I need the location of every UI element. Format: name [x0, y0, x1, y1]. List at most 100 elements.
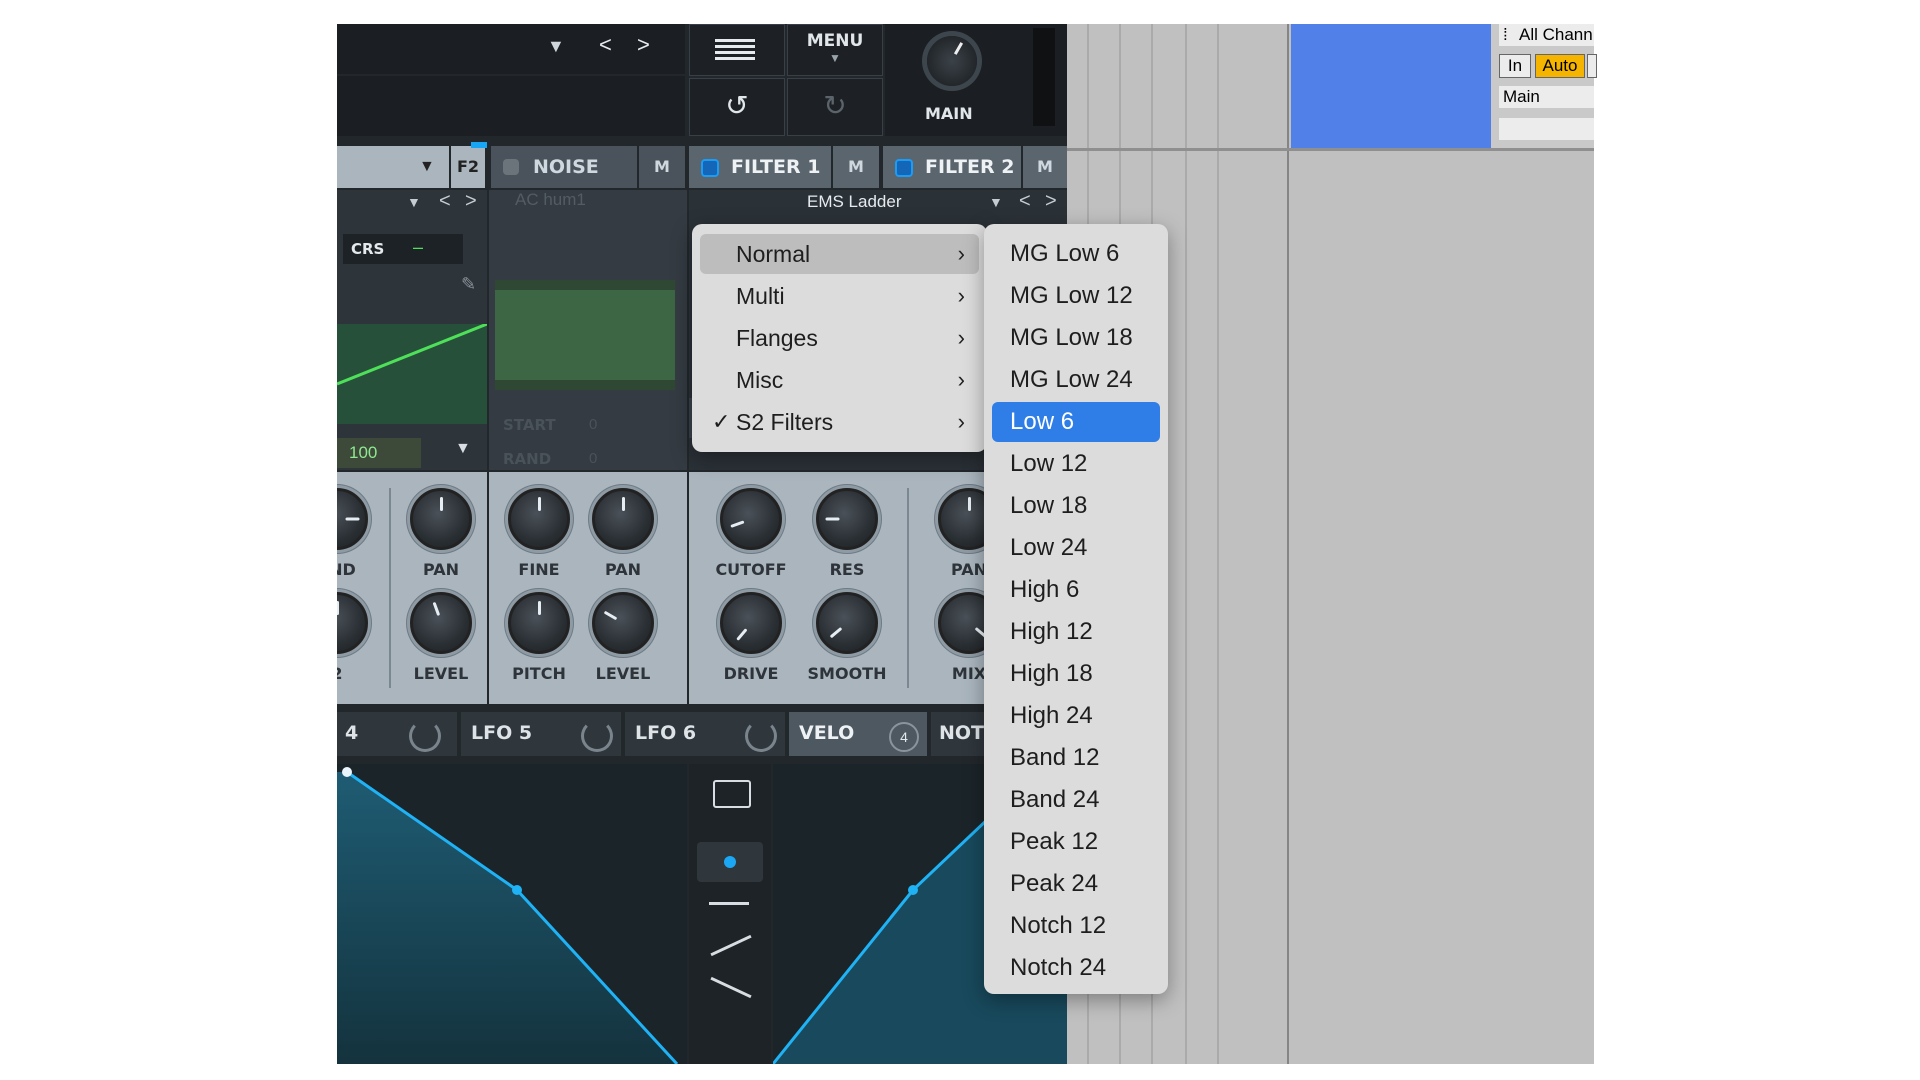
- submenu-item[interactable]: MG Low 6: [992, 234, 1160, 274]
- crs-field[interactable]: CRS –: [343, 234, 463, 264]
- preset-name-field[interactable]: [337, 76, 685, 136]
- noise-pan-knob[interactable]: PAN: [583, 488, 663, 579]
- lfo5-tab[interactable]: LFO 5: [461, 712, 621, 756]
- drive-knob[interactable]: DRIVE: [711, 592, 791, 683]
- filter2-mute-button[interactable]: M: [1023, 146, 1067, 188]
- menu-item-s2-filters[interactable]: ✓ S2 Filters ›: [700, 402, 979, 442]
- monitor-in-button[interactable]: In: [1499, 54, 1531, 78]
- noise-level-knob[interactable]: LEVEL: [583, 592, 663, 683]
- menu-button[interactable]: MENU ▼: [787, 24, 883, 76]
- submenu-item[interactable]: High 6: [992, 570, 1160, 610]
- osc-prev-icon[interactable]: <: [439, 190, 451, 213]
- submenu-item[interactable]: MG Low 18: [992, 318, 1160, 358]
- lfo-graph-left[interactable]: [337, 764, 687, 1064]
- velo-tab[interactable]: VELO 4: [789, 712, 927, 756]
- osc-knob-2[interactable]: 2: [337, 592, 377, 683]
- output-dropdown[interactable]: Main: [1499, 86, 1594, 108]
- prev-preset-icon[interactable]: <: [599, 32, 612, 58]
- menu-item-misc[interactable]: Misc ›: [700, 360, 979, 400]
- ramp-up-icon[interactable]: [710, 934, 752, 957]
- submenu-item[interactable]: High 24: [992, 696, 1160, 736]
- submenu-item[interactable]: Peak 12: [992, 822, 1160, 862]
- filter-next-icon[interactable]: >: [1045, 190, 1057, 213]
- filter1-mute-button[interactable]: M: [833, 146, 879, 188]
- menu-item-multi[interactable]: Multi ›: [700, 276, 979, 316]
- main-volume-knob[interactable]: [927, 36, 977, 86]
- redo-button[interactable]: ↻: [787, 78, 883, 136]
- noise-tab[interactable]: NOISE: [491, 146, 637, 188]
- submenu-item[interactable]: Low 6: [992, 402, 1160, 442]
- submenu-item[interactable]: Low 12: [992, 444, 1160, 484]
- submenu-item[interactable]: Notch 24: [992, 948, 1160, 988]
- submenu-item[interactable]: MG Low 24: [992, 360, 1160, 400]
- section-divider: [389, 488, 391, 688]
- point-icon: [724, 856, 736, 868]
- preset-dropdown-icon[interactable]: ▼: [547, 36, 565, 57]
- wavetable-display[interactable]: [337, 322, 488, 424]
- submenu-item[interactable]: High 12: [992, 612, 1160, 652]
- filter-type-chevron-icon[interactable]: ▼: [989, 194, 1003, 210]
- noise-rand-value[interactable]: 0: [589, 450, 597, 467]
- end-knob[interactable]: END: [337, 488, 377, 579]
- ramp-down-icon[interactable]: [710, 976, 752, 999]
- output-sub-dropdown[interactable]: [1499, 118, 1594, 140]
- submenu-item[interactable]: Peak 24: [992, 864, 1160, 904]
- submenu-item[interactable]: Band 12: [992, 738, 1160, 778]
- osc-tab-partial[interactable]: ▼: [337, 146, 449, 188]
- filter2-enable-toggle[interactable]: [895, 159, 913, 177]
- submenu-item[interactable]: Notch 12: [992, 906, 1160, 946]
- noise-mute-button[interactable]: M: [639, 146, 685, 188]
- filter-prev-icon[interactable]: <: [1019, 190, 1031, 213]
- submenu-item[interactable]: Low 18: [992, 486, 1160, 526]
- master-section: MAIN: [885, 24, 1067, 136]
- noise-start-value[interactable]: 0: [589, 416, 597, 433]
- submenu-item-label: High 6: [1010, 576, 1080, 603]
- noise-enable-toggle[interactable]: [503, 159, 519, 175]
- res-knob[interactable]: RES: [807, 488, 887, 579]
- submenu-item-label: MG Low 18: [1010, 324, 1133, 351]
- menu-item-normal[interactable]: Normal ›: [700, 234, 979, 274]
- filter1-enable-toggle[interactable]: [701, 159, 719, 177]
- browser-button[interactable]: [689, 24, 785, 76]
- osc-level-knob[interactable]: LEVEL: [401, 592, 481, 683]
- submenu-item[interactable]: MG Low 12: [992, 276, 1160, 316]
- monitor-off-button[interactable]: [1587, 54, 1597, 78]
- pencil-icon[interactable]: ✎: [461, 274, 476, 295]
- menu-item-flanges[interactable]: Flanges ›: [700, 318, 979, 358]
- pitch-knob[interactable]: PITCH: [499, 592, 579, 683]
- filter-type-dropdown[interactable]: EMS Ladder: [807, 192, 902, 212]
- lfo4-ring-icon: [409, 720, 441, 752]
- checkmark-icon: ✓: [712, 409, 731, 434]
- point-mode-button[interactable]: [697, 842, 763, 882]
- smooth-knob[interactable]: SMOOTH: [807, 592, 887, 683]
- osc-dropdown-icon[interactable]: ▼: [419, 146, 435, 188]
- f2-route-button[interactable]: F2: [451, 146, 485, 188]
- noise-sample-name[interactable]: AC hum1: [515, 190, 586, 210]
- undo-button[interactable]: ↺: [689, 78, 785, 136]
- value-dropdown-icon[interactable]: ▼: [455, 440, 471, 458]
- noise-start-label: START: [503, 416, 556, 434]
- clip-slot[interactable]: [1291, 24, 1491, 148]
- filter1-tab[interactable]: FILTER 1: [689, 146, 831, 188]
- fine-knob[interactable]: FINE: [499, 488, 579, 579]
- submenu-item[interactable]: Band 24: [992, 780, 1160, 820]
- submenu-item[interactable]: High 18: [992, 654, 1160, 694]
- flat-line-icon[interactable]: [709, 902, 749, 905]
- lfo6-tab[interactable]: LFO 6: [625, 712, 785, 756]
- output-meter: [1033, 28, 1055, 126]
- next-preset-icon[interactable]: >: [637, 32, 650, 58]
- osc-next-icon[interactable]: >: [465, 190, 477, 213]
- cutoff-knob[interactable]: CUTOFF: [711, 488, 791, 579]
- monitor-auto-button[interactable]: Auto: [1535, 54, 1585, 78]
- channel-input-dropdown[interactable]: ⁞ All Chann: [1499, 24, 1594, 46]
- synth-plugin-window: ▼ < > MENU ▼ ↺ ↻ MAIN ▼ F2 NOISE M FILTE…: [337, 24, 1067, 1064]
- value-field[interactable]: 100: [337, 438, 421, 468]
- lfo4-tab[interactable]: 4: [337, 712, 457, 756]
- filter2-tab[interactable]: FILTER 2: [883, 146, 1021, 188]
- osc-preset-dropdown-icon[interactable]: ▼: [407, 194, 421, 210]
- noise-waveform: [495, 280, 675, 390]
- export-icon[interactable]: [713, 780, 751, 808]
- osc-pan-knob[interactable]: PAN: [401, 488, 481, 579]
- submenu-item[interactable]: Low 24: [992, 528, 1160, 568]
- filter1-tab-label: FILTER 1: [731, 156, 821, 178]
